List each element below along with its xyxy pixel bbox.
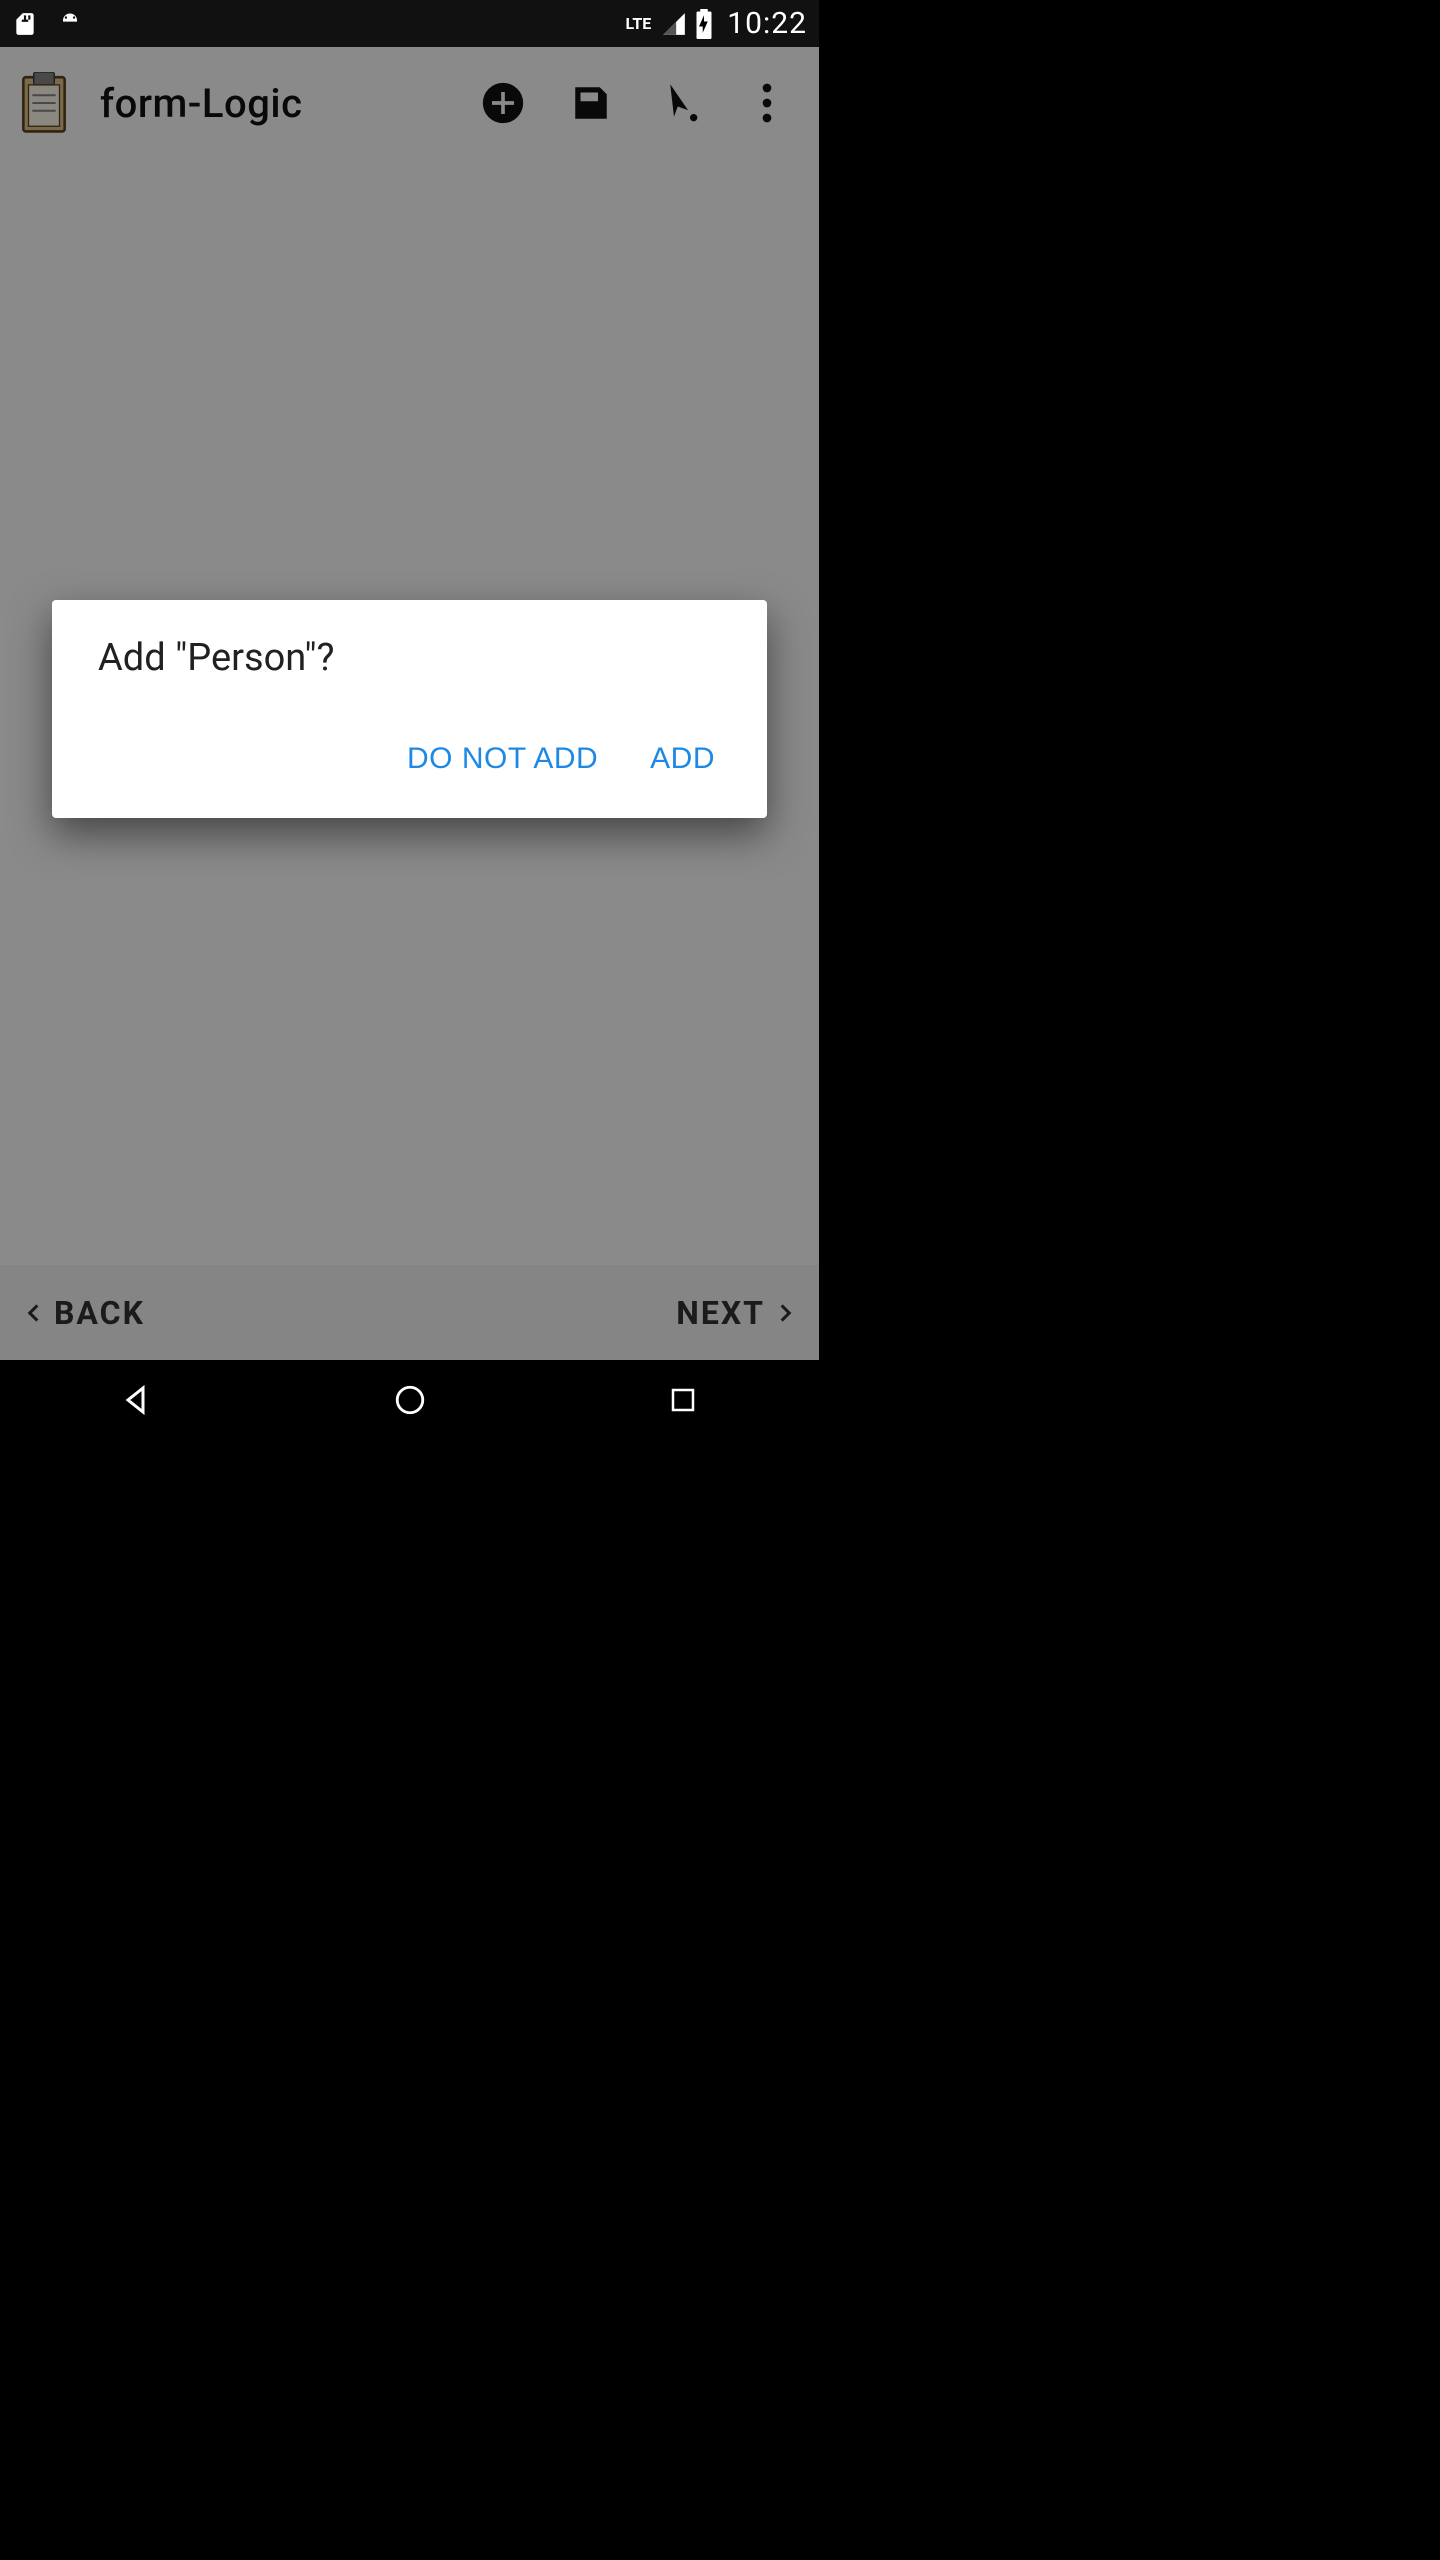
device-frame: LTE 10:22 form-Logic — [0, 0, 819, 1440]
status-left-icons — [12, 9, 84, 39]
android-nav-bar — [0, 1360, 819, 1440]
add-confirm-button[interactable]: ADD — [646, 734, 719, 784]
android-head-icon — [56, 9, 84, 39]
nav-back-button[interactable] — [47, 1372, 227, 1428]
lte-label: LTE — [625, 14, 651, 33]
dialog-action-row: DO NOT ADD ADD — [98, 720, 721, 798]
status-bar: LTE 10:22 — [0, 0, 819, 47]
dialog-title: Add "Person"? — [98, 636, 721, 680]
nav-home-button[interactable] — [320, 1372, 500, 1428]
status-right-icons: LTE 10:22 — [625, 6, 807, 41]
battery-charging-icon — [695, 9, 713, 39]
add-person-dialog: Add "Person"? DO NOT ADD ADD — [52, 600, 767, 818]
sd-card-icon — [12, 9, 38, 39]
status-clock: 10:22 — [727, 6, 807, 41]
nav-recent-button[interactable] — [593, 1372, 773, 1428]
signal-icon — [661, 11, 687, 37]
do-not-add-button[interactable]: DO NOT ADD — [403, 734, 602, 784]
